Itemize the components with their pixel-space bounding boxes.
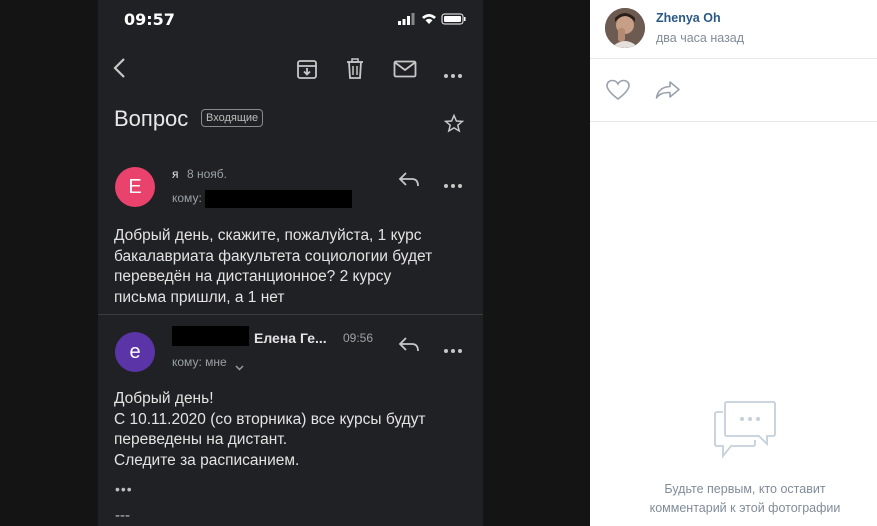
- empty-line: Будьте первым, кто оставит: [664, 482, 826, 496]
- trash-icon[interactable]: [345, 58, 365, 85]
- signature-separator: ---: [115, 507, 130, 524]
- email-screenshot: 09:57 Вопрос Входящие Е я 8 нояб. кому: …: [98, 0, 483, 526]
- star-icon[interactable]: [443, 113, 465, 139]
- status-time: 09:57: [124, 10, 175, 29]
- avatar[interactable]: [605, 8, 645, 48]
- avatar-photo-icon: [605, 8, 645, 48]
- author-name[interactable]: Zhenya Oh: [656, 11, 721, 25]
- share-icon[interactable]: [655, 80, 681, 105]
- body-line: письма пришли, а 1 нет: [114, 288, 285, 306]
- reply-icon[interactable]: [398, 170, 420, 193]
- avatar: Е: [115, 167, 155, 207]
- comments-panel: Zhenya Oh два часа назад Будьте первым, …: [590, 0, 877, 526]
- archive-icon[interactable]: [296, 58, 318, 85]
- message-divider: [98, 314, 483, 315]
- folder-badge[interactable]: Входящие: [201, 109, 264, 127]
- mail-icon[interactable]: [393, 60, 417, 83]
- message-time: 09:56: [343, 331, 374, 345]
- email-subject: Вопрос: [114, 106, 189, 131]
- comments-empty-icon: [713, 400, 777, 465]
- body-line: Добрый день, скажите, пожалуйста, 1 курс: [114, 227, 422, 244]
- reply-icon[interactable]: [398, 335, 420, 358]
- body-line: переведены на дистант.: [114, 431, 287, 448]
- message-body: Добрый день! С 10.11.2020 (со вторника) …: [114, 389, 425, 471]
- body-line: переведён на дистанционное? 2 курсу: [114, 268, 392, 285]
- redacted-sender: [172, 326, 249, 346]
- post-time[interactable]: два часа назад: [656, 31, 744, 45]
- message-more-icon[interactable]: [443, 341, 463, 359]
- empty-comments-message: Будьте первым, кто оставит комментарий к…: [630, 480, 860, 518]
- redacted-recipient: [205, 190, 352, 208]
- chevron-down-icon[interactable]: [235, 358, 244, 376]
- separator: [590, 121, 877, 122]
- recipient-label[interactable]: кому: мне: [172, 355, 227, 369]
- more-options-icon[interactable]: [443, 66, 463, 84]
- message-more-icon[interactable]: [443, 176, 463, 194]
- message-body: Добрый день, скажите, пожалуйста, 1 курс…: [114, 226, 432, 308]
- body-line: Следите за расписанием.: [114, 451, 300, 469]
- body-line: Добрый день!: [114, 390, 214, 407]
- avatar: е: [115, 332, 155, 372]
- recipient-label[interactable]: кому:: [172, 191, 202, 205]
- empty-line: комментарий к этой фотографии: [649, 501, 841, 515]
- show-quoted-dots[interactable]: •••: [115, 481, 133, 497]
- photo-viewer: 09:57 Вопрос Входящие Е я 8 нояб. кому: …: [0, 0, 590, 526]
- back-icon[interactable]: [112, 57, 128, 84]
- signal-wifi-battery-icon: [398, 13, 466, 25]
- sender-name: я: [172, 167, 179, 181]
- status-icons: [398, 12, 468, 31]
- sender-name: Елена Ге...: [254, 330, 327, 346]
- like-icon[interactable]: [606, 79, 630, 106]
- body-line: бакалавриата факультета социологии будет: [114, 247, 433, 265]
- body-line: С 10.11.2020 (со вторника) все курсы буд…: [114, 410, 426, 428]
- message-date: 8 нояб.: [187, 167, 228, 181]
- separator: [590, 58, 877, 59]
